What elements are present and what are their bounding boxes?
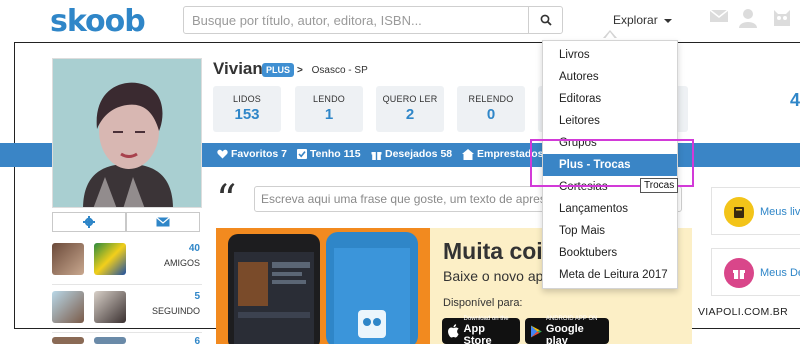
profile-photo[interactable] bbox=[52, 58, 202, 208]
menu-item-leitores[interactable]: Leitores bbox=[543, 110, 677, 132]
stat-quero-ler[interactable]: QUERO LER 2 bbox=[376, 86, 444, 132]
band-item-tenho[interactable]: Tenho 115 bbox=[297, 148, 361, 160]
gift-icon bbox=[724, 258, 754, 288]
friends-label: AMIGOS bbox=[163, 258, 200, 268]
followers-count[interactable]: 6 bbox=[150, 336, 200, 347]
profile-portrait-image bbox=[53, 59, 201, 207]
envelope-icon[interactable] bbox=[709, 8, 729, 24]
banner-subtitle: Baixe o novo ap bbox=[443, 268, 544, 284]
stat-value: 153 bbox=[234, 106, 260, 123]
stat-label: RELENDO bbox=[468, 94, 514, 104]
app-banner-illustration[interactable] bbox=[216, 228, 430, 344]
apple-icon bbox=[448, 324, 459, 338]
menu-item-booktubers[interactable]: Booktubers bbox=[543, 242, 677, 264]
check-icon bbox=[297, 149, 307, 159]
watermark: VIAPOLI.COM.BR bbox=[698, 306, 788, 318]
google-play-button[interactable]: ANDROID APP ON Google play bbox=[525, 316, 609, 347]
right-card-meus-desejos[interactable]: Meus De bbox=[711, 248, 800, 296]
message-button[interactable] bbox=[126, 212, 200, 232]
gift-icon bbox=[371, 151, 382, 160]
chevron-down-icon bbox=[664, 19, 673, 23]
friends-counter[interactable]: 40 AMIGOS bbox=[150, 243, 200, 268]
friend-avatar[interactable] bbox=[94, 337, 126, 344]
stat-value: 0 bbox=[486, 106, 496, 123]
search-input[interactable] bbox=[184, 7, 529, 33]
menu-item-top-mais[interactable]: Top Mais bbox=[543, 220, 677, 242]
following-count: 5 bbox=[194, 291, 200, 302]
stat-label: LIDOS bbox=[232, 94, 261, 104]
owl-icon[interactable] bbox=[772, 8, 792, 28]
band-item-label: Favoritos 7 bbox=[231, 148, 288, 160]
house-icon bbox=[462, 148, 474, 160]
settings-button[interactable] bbox=[52, 212, 126, 232]
gear-icon bbox=[83, 216, 95, 228]
band-item-desejados[interactable]: Desejados 58 bbox=[371, 148, 452, 160]
right-card-meus-livros[interactable]: Meus livr bbox=[711, 187, 800, 235]
google-play-big-label: Google play bbox=[545, 322, 584, 347]
google-play-small-label: ANDROID APP ON bbox=[545, 315, 598, 322]
search-icon bbox=[540, 14, 552, 26]
divider bbox=[52, 332, 202, 333]
stat-lidos[interactable]: LIDOS 153 bbox=[213, 86, 281, 132]
friend-avatar[interactable] bbox=[52, 243, 84, 275]
band-item-favoritos[interactable]: Favoritos 7 bbox=[217, 148, 287, 160]
right-link-meus-desejos[interactable]: Meus De bbox=[760, 267, 800, 279]
google-play-text: ANDROID APP ON Google play bbox=[546, 316, 603, 347]
divider bbox=[52, 284, 202, 285]
search-button[interactable] bbox=[528, 7, 562, 33]
heart-icon bbox=[217, 149, 228, 159]
app-store-text: Download on the App Store bbox=[464, 316, 514, 347]
explore-label: Explorar bbox=[613, 13, 658, 27]
band-item-label: Desejados 58 bbox=[385, 148, 453, 160]
stat-label: LENDO bbox=[312, 94, 345, 104]
location-text: Osasco - SP bbox=[311, 65, 368, 76]
tooltip: Trocas bbox=[640, 178, 679, 193]
profile-name: Vivian bbox=[213, 59, 263, 78]
stat-partial-number: 4 bbox=[790, 90, 800, 110]
friend-avatar[interactable] bbox=[94, 243, 126, 275]
app-store-big-label: App Store bbox=[463, 322, 492, 347]
menu-item-editoras[interactable]: Editoras bbox=[543, 88, 677, 110]
menu-item-livros[interactable]: Livros bbox=[543, 44, 677, 66]
user-icon[interactable] bbox=[738, 8, 758, 28]
plus-badge: PLUS bbox=[262, 63, 295, 77]
quote-mark: “ bbox=[216, 177, 237, 223]
stat-relendo[interactable]: RELENDO 0 bbox=[457, 86, 525, 132]
app-store-small-label: Download on the bbox=[463, 315, 509, 322]
right-link-meus-livros[interactable]: Meus livr bbox=[760, 206, 800, 218]
band-item-label: Tenho 115 bbox=[310, 148, 361, 160]
envelope-icon bbox=[156, 217, 170, 227]
friend-avatar[interactable] bbox=[94, 291, 126, 323]
banner-title: Muita coi bbox=[443, 238, 543, 264]
dropdown-caret-inner bbox=[604, 32, 616, 40]
app-store-button[interactable]: Download on the App Store bbox=[442, 316, 520, 347]
stat-value: 2 bbox=[405, 106, 415, 123]
following-counter[interactable]: 5 SEGUINDO bbox=[150, 291, 200, 316]
menu-item-meta-leitura[interactable]: Meta de Leitura 2017 bbox=[543, 264, 677, 286]
explore-menu-toggle[interactable]: Explorar bbox=[613, 13, 673, 27]
book-icon bbox=[724, 197, 754, 227]
banner-available: Disponível para: bbox=[443, 297, 523, 309]
stat-label: QUERO LER bbox=[382, 94, 438, 104]
phone-mockup-image bbox=[216, 228, 430, 344]
profile-location: > Osasco - SP bbox=[297, 65, 368, 76]
friend-avatar[interactable] bbox=[52, 291, 84, 323]
friend-avatar[interactable] bbox=[52, 337, 84, 344]
stat-value: 1 bbox=[324, 106, 334, 123]
location-separator: > bbox=[297, 65, 303, 76]
friends-count: 40 bbox=[188, 243, 200, 254]
menu-item-autores[interactable]: Autores bbox=[543, 66, 677, 88]
search-bar bbox=[183, 6, 563, 34]
menu-item-lancamentos[interactable]: Lançamentos bbox=[543, 198, 677, 220]
play-store-icon bbox=[531, 325, 542, 337]
stat-lendo[interactable]: LENDO 1 bbox=[295, 86, 363, 132]
following-label: SEGUINDO bbox=[151, 306, 200, 316]
skoob-logo[interactable]: skoob bbox=[50, 4, 146, 39]
